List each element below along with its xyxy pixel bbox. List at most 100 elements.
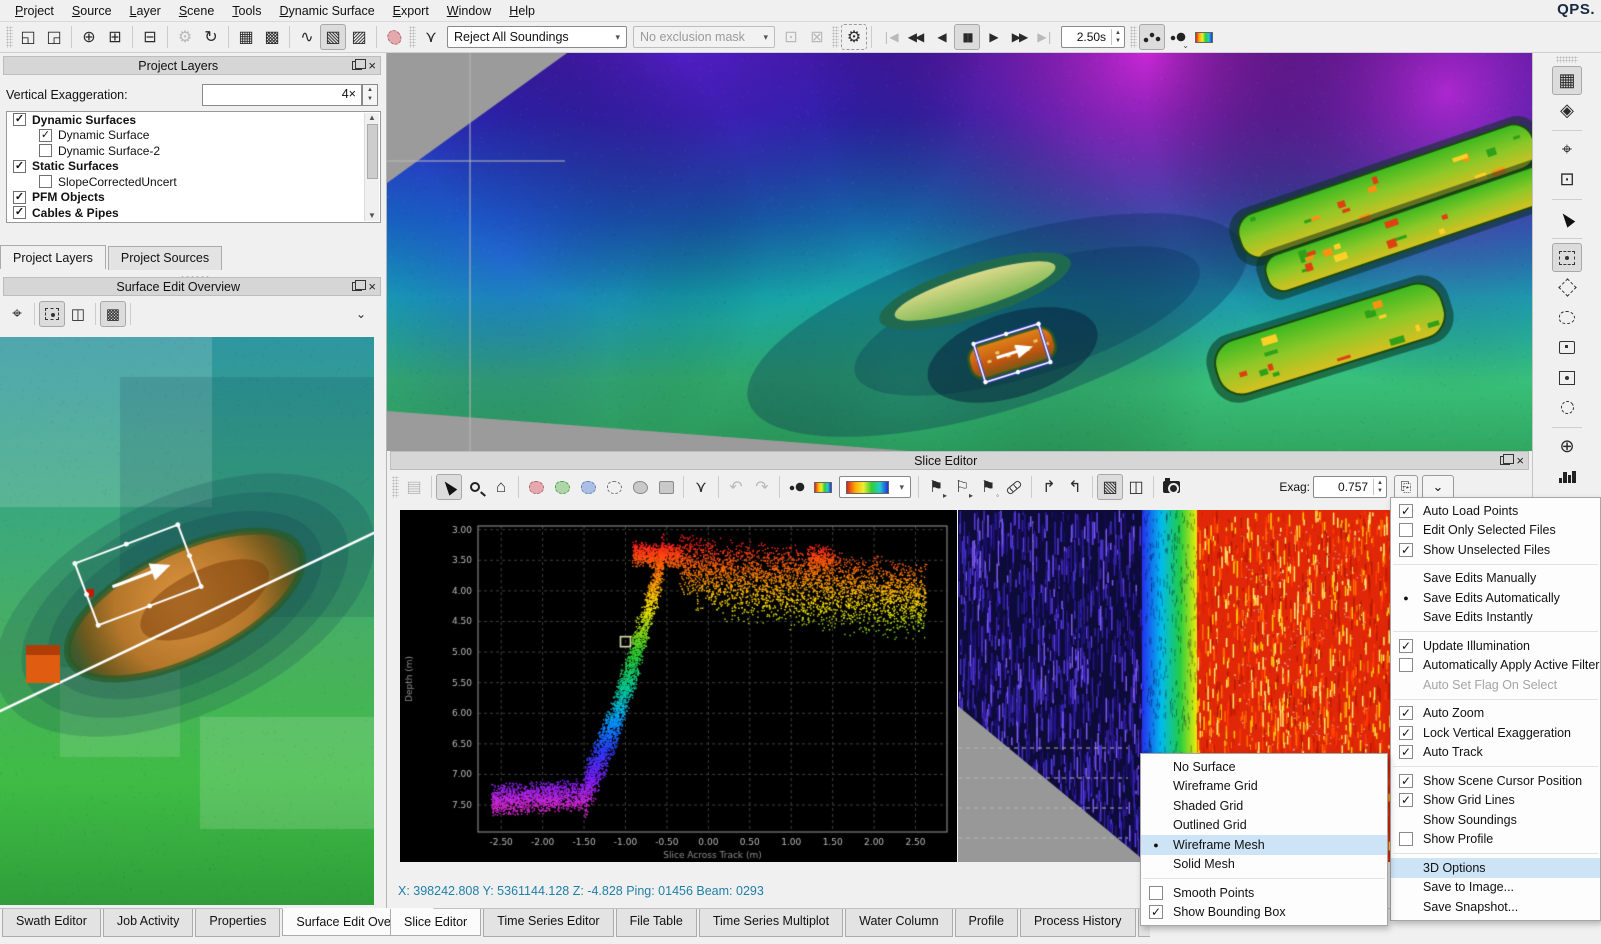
layer-checkbox[interactable]: ✓ [13, 191, 26, 204]
tab-profile[interactable]: Profile [955, 909, 1018, 937]
exag-spinner[interactable]: 0.757 ▲▼ [1313, 476, 1387, 498]
menu-item-save-edits-manually[interactable]: Save Edits Manually [1391, 569, 1600, 589]
reject-soundings-tool-icon[interactable] [523, 474, 549, 500]
menu-item-save-edits-instantly[interactable]: Save Edits Instantly [1391, 608, 1600, 628]
edit-soundings-button[interactable]: ▧ [320, 24, 346, 50]
menu-item-automatically-apply-active-filter[interactable]: Automatically Apply Active Filter [1391, 656, 1600, 676]
grid-view-icon[interactable]: ▦ [1552, 66, 1582, 95]
select-arrow-icon[interactable] [1552, 204, 1582, 233]
layer-item-dynamic-surfaces[interactable]: ✓Dynamic Surfaces [7, 112, 380, 128]
close-panel-icon[interactable]: × [368, 61, 376, 71]
menu-project[interactable]: Project [6, 2, 63, 20]
save-edits-icon[interactable]: ▤ [401, 474, 427, 500]
frame-select-icon[interactable] [1552, 333, 1582, 362]
menu-item-auto-zoom[interactable]: ✓Auto Zoom [1391, 704, 1600, 724]
menu-item-smooth-points[interactable]: Smooth Points [1141, 883, 1387, 903]
lasso-select-icon[interactable] [1552, 303, 1582, 332]
close-panel-icon[interactable]: × [368, 282, 376, 292]
tab-water-column[interactable]: Water Column [845, 909, 952, 937]
layer-checkbox[interactable] [39, 175, 52, 188]
skip-end-button[interactable]: ▶❘ [1032, 24, 1058, 50]
tab-slice-editor[interactable]: Slice Editor [390, 909, 481, 936]
filter-expand-button[interactable]: ⊠ [804, 24, 830, 50]
image-display-icon[interactable]: ▩ [100, 301, 126, 327]
menu-item-show-profile[interactable]: Show Profile [1391, 830, 1600, 850]
turn-left-icon[interactable]: ↰ [1062, 474, 1088, 500]
menu-item-save-edits-automatically[interactable]: ●Save Edits Automatically [1391, 588, 1600, 608]
tab-file-table[interactable]: File Table [616, 909, 697, 937]
filter-mask-button[interactable]: ⊡ [778, 24, 804, 50]
menu-item-show-soundings[interactable]: Show Soundings [1391, 810, 1600, 830]
filter-soundings-button[interactable]: ⋎ [418, 24, 444, 50]
vertical-exaggeration-stepper[interactable]: ▲▼ [362, 84, 378, 106]
menu-scene[interactable]: Scene [170, 2, 223, 20]
home-view-icon[interactable]: ⌂ [488, 474, 514, 500]
menu-item-3d-options[interactable]: 3D Options [1391, 858, 1600, 878]
menu-item-solid-mesh[interactable]: Solid Mesh [1141, 855, 1387, 875]
lasso-soundings-tool-icon[interactable] [601, 474, 627, 500]
tab-time-series-multiplot[interactable]: Time Series Multiplot [699, 909, 843, 937]
colormap-combo[interactable]: ▾ [839, 476, 911, 498]
lock-soundings-tool-icon[interactable] [653, 474, 679, 500]
selection-rect-icon[interactable] [39, 301, 65, 327]
flag-clear-icon[interactable]: ⚐▸ [949, 474, 975, 500]
menu-export[interactable]: Export [384, 2, 438, 20]
step-back-button[interactable]: ◀ [928, 24, 954, 50]
handle-box-select-icon[interactable] [1552, 363, 1582, 392]
grid-soundings-button[interactable]: ▨ [346, 24, 372, 50]
menu-item-show-unselected-files[interactable]: ✓Show Unselected Files [1391, 540, 1600, 560]
tab-job-activity[interactable]: Job Activity [103, 909, 194, 937]
menu-window[interactable]: Window [438, 2, 500, 20]
flag-add-icon[interactable]: ⚑▸ [923, 474, 949, 500]
layer-item-slopecorrecteduncert[interactable]: SlopeCorrectedUncert [7, 174, 380, 190]
fast-forward-button[interactable]: ▶▶ [1006, 24, 1032, 50]
tab-project-sources[interactable]: Project Sources [108, 246, 222, 270]
slice-scatter-plot[interactable] [400, 510, 957, 862]
turn-right-icon[interactable]: ↱ [1036, 474, 1062, 500]
zoom-tool-icon[interactable] [462, 474, 488, 500]
lock-surface-button[interactable]: ▩ [259, 24, 285, 50]
surface-edit-overview-map[interactable] [0, 337, 374, 905]
add-processed-files-button[interactable]: ⊞ [102, 24, 128, 50]
point-size-dropdown-icon[interactable]: ⌄ [1165, 24, 1191, 50]
layer-checkbox[interactable]: ✓ [13, 113, 26, 126]
vertical-exaggeration-input[interactable]: 4× [202, 84, 362, 106]
menu-item-wireframe-grid[interactable]: Wireframe Grid [1141, 777, 1387, 797]
colormap-icon[interactable] [1191, 24, 1217, 50]
layer-item-dynamic-surface-2[interactable]: Dynamic Surface-2 [7, 143, 380, 159]
show-surface-icon[interactable]: ▧ [1097, 474, 1123, 500]
menu-help[interactable]: Help [500, 2, 544, 20]
tab-time-series-editor[interactable]: Time Series Editor [483, 909, 613, 937]
snapshot-camera-icon[interactable] [1158, 474, 1184, 500]
layer-checkbox[interactable]: ✓ [13, 206, 26, 219]
close-panel-icon[interactable]: × [1516, 456, 1524, 466]
play-button[interactable]: ▶ [980, 24, 1006, 50]
reject-mode-combo[interactable]: Reject All Soundings▾ [447, 26, 627, 48]
layer-item-pfm-objects[interactable]: ✓PFM Objects [7, 190, 380, 206]
flag-settings-icon[interactable]: ⚑◦ [975, 474, 1001, 500]
menu-item-save-snapshot[interactable]: Save Snapshot... [1391, 897, 1600, 917]
menu-item-show-bounding-box[interactable]: ✓Show Bounding Box [1141, 903, 1387, 923]
menu-source[interactable]: Source [63, 2, 121, 20]
copy-info-icon[interactable]: ⎘ [1394, 475, 1418, 499]
menu-item-auto-load-points[interactable]: ✓Auto Load Points [1391, 501, 1600, 521]
exclusion-polygon-button[interactable] [381, 24, 407, 50]
pointer-tool-icon[interactable] [436, 474, 462, 500]
menu-item-show-scene-cursor-position[interactable]: ✓Show Scene Cursor Position [1391, 771, 1600, 791]
split-view-icon[interactable]: ◫ [1123, 474, 1149, 500]
tab-properties[interactable]: Properties [195, 909, 280, 937]
tree-scrollbar[interactable]: ▲▼ [364, 113, 379, 221]
geo-pick-globe-icon[interactable]: ⊕ [1552, 432, 1582, 461]
layer-item-cables-pipes[interactable]: ✓Cables & Pipes [7, 205, 380, 221]
color-by-icon[interactable] [810, 474, 836, 500]
import-files-button[interactable]: ⊟ [137, 24, 163, 50]
sounding-ping-button[interactable]: ∿ [294, 24, 320, 50]
histogram-icon[interactable] [1552, 462, 1582, 491]
tile-split-icon[interactable]: ◫ [65, 301, 91, 327]
collapse-chevron-icon[interactable]: ⌄ [348, 301, 374, 327]
auto-process-settings-button[interactable]: ⚙ [841, 24, 867, 50]
exclusion-mask-combo[interactable]: No exclusion mask▾ [633, 26, 775, 48]
skip-start-button[interactable]: ❘◀ [876, 24, 902, 50]
menu-item-no-surface[interactable]: No Surface [1141, 757, 1387, 777]
processing-gears-button[interactable]: ⚙ [172, 24, 198, 50]
